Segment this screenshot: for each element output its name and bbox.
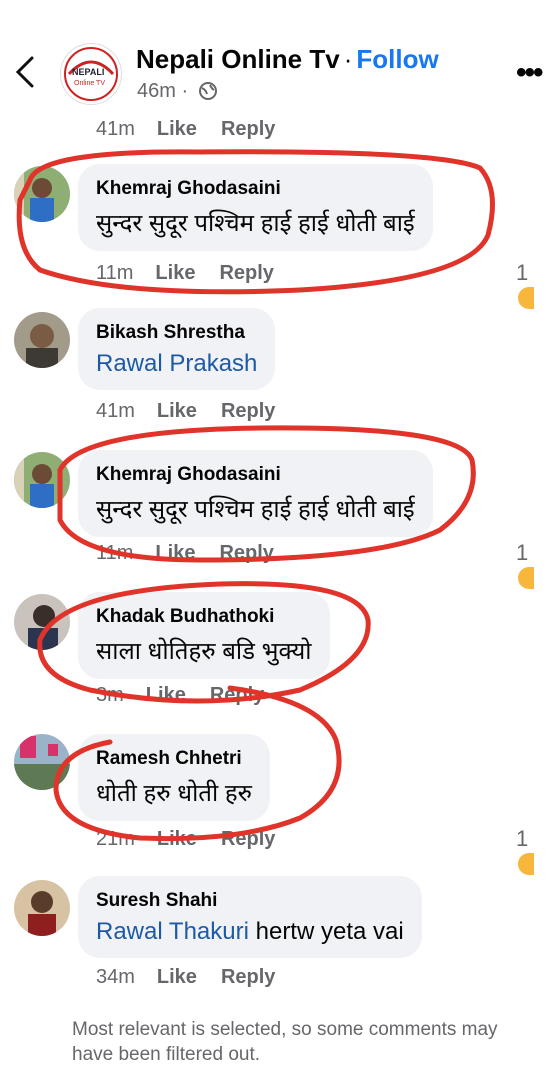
comment-author[interactable]: Khemraj Ghodasaini [96,178,415,200]
comment-time: 41m [96,118,135,140]
page-title-row: Nepali Online Tv · Follow [136,44,439,75]
comment-bubble: Ramesh Chhetri धोती हरु धोती हरु [78,734,270,821]
comment-actions: 34m Like Reply [96,966,299,989]
comment-actions: 21m Like Reply [96,828,299,851]
page-logo[interactable]: NEPALI Online TV [60,43,122,105]
comment-actions: 3m Like Reply [96,684,288,707]
page-name[interactable]: Nepali Online Tv [136,44,340,74]
like-button[interactable]: Like [155,262,195,284]
comment-bubble: Khemraj Ghodasaini सुन्दर सुदूर पश्चिम ह… [78,450,433,537]
mention-link[interactable]: Rawal Thakuri [96,918,249,945]
post-meta: 46m · [137,80,218,103]
more-options-icon[interactable]: ••• [516,58,543,88]
post-header: NEPALI Online TV Nepali Online Tv · Follow… [0,0,546,122]
reaction-icon [518,567,534,589]
avatar[interactable] [14,312,70,368]
comment-actions: 11m Like Reply [96,262,298,285]
reply-button[interactable]: Reply [210,684,264,706]
svg-text:Online TV: Online TV [74,80,105,87]
reply-button[interactable]: Reply [219,262,273,284]
reaction-count[interactable]: 1 [516,540,546,592]
follow-button[interactable]: Follow [356,44,438,74]
comment-author[interactable]: Ramesh Chhetri [96,748,252,770]
comment-bubble: Suresh Shahi Rawal Thakuri hertw yeta va… [78,876,422,958]
reaction-icon [518,853,534,875]
comment-bubble: Khadak Budhathoki साला धोतिहरु बडि भुक्य… [78,592,330,679]
comment-text: सुन्दर सुदूर पश्चिम हाई हाई धोती बाई [96,210,415,237]
comment-text: Rawal Prakash [96,350,257,378]
comment-text: सुन्दर सुदूर पश्चिम हाई हाई धोती बाई [96,496,415,523]
mention-link[interactable]: Rawal Prakash [96,350,257,377]
comment-bubble: Khemraj Ghodasaini सुन्दर सुदूर पश्चिम ह… [78,164,433,251]
comment-actions: 41m Like Reply [96,400,299,423]
comment-time: 11m [96,262,134,284]
comment-text: धोती हरु धोती हरु [96,780,252,807]
reply-button[interactable]: Reply [221,400,275,422]
avatar[interactable] [14,734,70,790]
comment-time: 41m [96,400,135,422]
filter-notice: Most relevant is selected, so some comme… [72,1019,498,1065]
comment-author[interactable]: Bikash Shrestha [96,322,257,344]
reaction-count[interactable]: 1 [516,826,546,878]
avatar[interactable] [14,594,70,650]
back-arrow-icon[interactable] [10,52,40,92]
comment-time: 34m [96,966,135,988]
reply-button[interactable]: Reply [221,828,275,850]
reply-button[interactable]: Reply [221,118,275,140]
like-button[interactable]: Like [155,542,195,564]
comment-time: 3m [96,684,124,706]
comment-author[interactable]: Khadak Budhathoki [96,606,312,628]
separator: · [343,44,353,74]
comment-time: 11m [96,542,134,564]
comment-actions: 11m Like Reply [96,542,298,565]
svg-text:NEPALI: NEPALI [72,67,104,77]
globe-icon [198,82,217,100]
reaction-count[interactable]: 1 [516,260,546,312]
comment-author[interactable]: Suresh Shahi [96,890,404,912]
reaction-icon [518,287,534,309]
avatar[interactable] [14,880,70,936]
reply-button[interactable]: Reply [221,966,275,988]
like-button[interactable]: Like [146,684,186,706]
comment-bubble: Bikash Shrestha Rawal Prakash [78,308,276,390]
avatar[interactable] [14,452,70,508]
like-button[interactable]: Like [157,828,197,850]
comment-time: 21m [96,828,135,850]
like-button[interactable]: Like [157,966,197,988]
comment-text: Rawal Thakuri hertw yeta vai [96,918,404,945]
comment-actions: 41m Like Reply [96,118,299,141]
comment-text: साला धोतिहरु बडि भुक्यो [96,638,312,665]
like-button[interactable]: Like [157,400,197,422]
reply-button[interactable]: Reply [219,542,273,564]
comment-author[interactable]: Khemraj Ghodasaini [96,464,415,486]
post-time: 46m · [137,80,189,102]
like-button[interactable]: Like [157,118,197,140]
avatar[interactable] [14,166,70,222]
